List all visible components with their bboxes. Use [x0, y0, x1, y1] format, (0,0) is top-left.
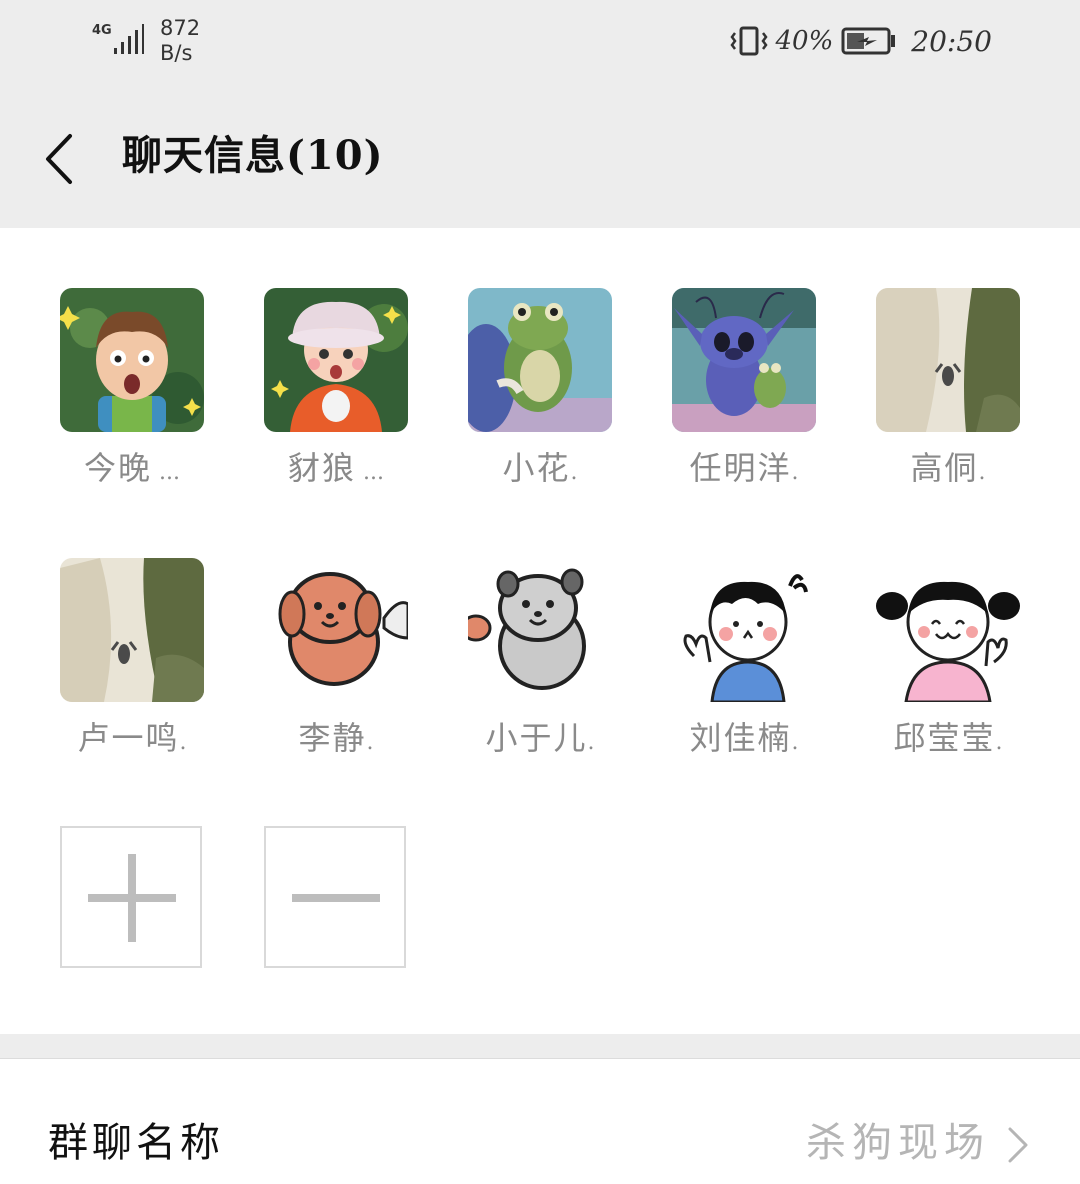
member-name: 邱莹莹. — [893, 719, 1003, 757]
minus-icon — [292, 894, 380, 902]
member-name: 小于儿. — [485, 719, 595, 757]
member-item[interactable]: 任明洋. — [656, 228, 828, 487]
member-name: 刘佳楠. — [689, 719, 799, 757]
member-avatar — [876, 288, 1020, 432]
page-title: 聊天信息(10) — [122, 132, 384, 179]
member-avatar — [672, 558, 816, 702]
member-item[interactable]: 高侗. — [860, 228, 1032, 487]
battery-percent: 40% — [775, 26, 834, 56]
member-name: 豺狼 ... — [288, 449, 384, 487]
status-right-group: 40% 20:50 — [729, 24, 992, 58]
add-member-button[interactable] — [60, 826, 202, 968]
battery-charging-icon — [841, 27, 896, 55]
network-speed: 872 B/s — [160, 16, 200, 66]
status-bar: 4G 872 B/s 40% 20:50 — [0, 0, 1080, 90]
member-item[interactable]: 刘佳楠. — [656, 498, 828, 757]
member-name: 任明洋. — [689, 449, 799, 487]
group-name-value: 杀狗现场 — [806, 1120, 990, 1166]
member-name: 高侗. — [910, 449, 986, 487]
remove-member-button[interactable] — [264, 826, 406, 968]
hoodie-photo-avatar-icon — [60, 558, 204, 702]
clock: 20:50 — [911, 24, 992, 58]
signal-indicator: 4G — [92, 22, 144, 58]
speed-unit: B/s — [160, 41, 193, 65]
cartoon-boy-waving-avatar-icon — [672, 558, 816, 702]
cartoon-girl-avatar-icon — [264, 288, 408, 432]
frog-avatar-icon — [468, 288, 612, 432]
member-avatar — [60, 288, 204, 432]
member-name: 李静. — [298, 719, 374, 757]
speed-value: 872 — [160, 16, 201, 40]
member-avatar — [264, 558, 408, 702]
plus-icon — [88, 854, 176, 942]
member-item[interactable]: 今晚 ... — [44, 228, 216, 487]
member-name: 卢一鸣. — [77, 719, 187, 757]
chevron-left-icon[interactable] — [40, 130, 80, 188]
stitch-avatar-icon — [672, 288, 816, 432]
cartoon-girl-waving-avatar-icon — [876, 558, 1020, 702]
member-avatar — [468, 288, 612, 432]
signal-bars-icon — [114, 24, 144, 54]
member-item[interactable]: 小于儿. — [452, 498, 624, 757]
navigation-header: 聊天信息(10) — [0, 90, 1080, 228]
member-grid: 今晚 ... 豺狼 ... 小花. 任明洋. 高侗. 卢一鸣. 李静. 小于儿.… — [0, 228, 1080, 1034]
network-type: 4G — [92, 23, 112, 38]
member-name: 今晚 ... — [84, 449, 180, 487]
member-avatar — [672, 288, 816, 432]
hoodie-photo-avatar-icon — [876, 288, 1020, 432]
member-avatar — [876, 558, 1020, 702]
member-avatar — [468, 558, 612, 702]
member-item[interactable]: 邱莹莹. — [860, 498, 1032, 757]
member-item[interactable]: 卢一鸣. — [44, 498, 216, 757]
member-avatar — [60, 558, 204, 702]
member-item[interactable]: 李静. — [248, 498, 420, 757]
chevron-right-icon — [1008, 1127, 1028, 1163]
group-name-row[interactable]: 群聊名称 杀狗现场 — [0, 1059, 1080, 1184]
grey-puppy-avatar-icon — [468, 558, 612, 702]
section-divider — [0, 1034, 1080, 1059]
member-item[interactable]: 小花. — [452, 228, 624, 487]
member-item[interactable]: 豺狼 ... — [248, 228, 420, 487]
member-name: 小花. — [502, 449, 578, 487]
group-name-label: 群聊名称 — [48, 1120, 224, 1166]
cartoon-boy-avatar-icon — [60, 288, 204, 432]
member-avatar — [264, 288, 408, 432]
brown-puppy-avatar-icon — [264, 558, 408, 702]
vibrate-icon — [729, 26, 768, 56]
